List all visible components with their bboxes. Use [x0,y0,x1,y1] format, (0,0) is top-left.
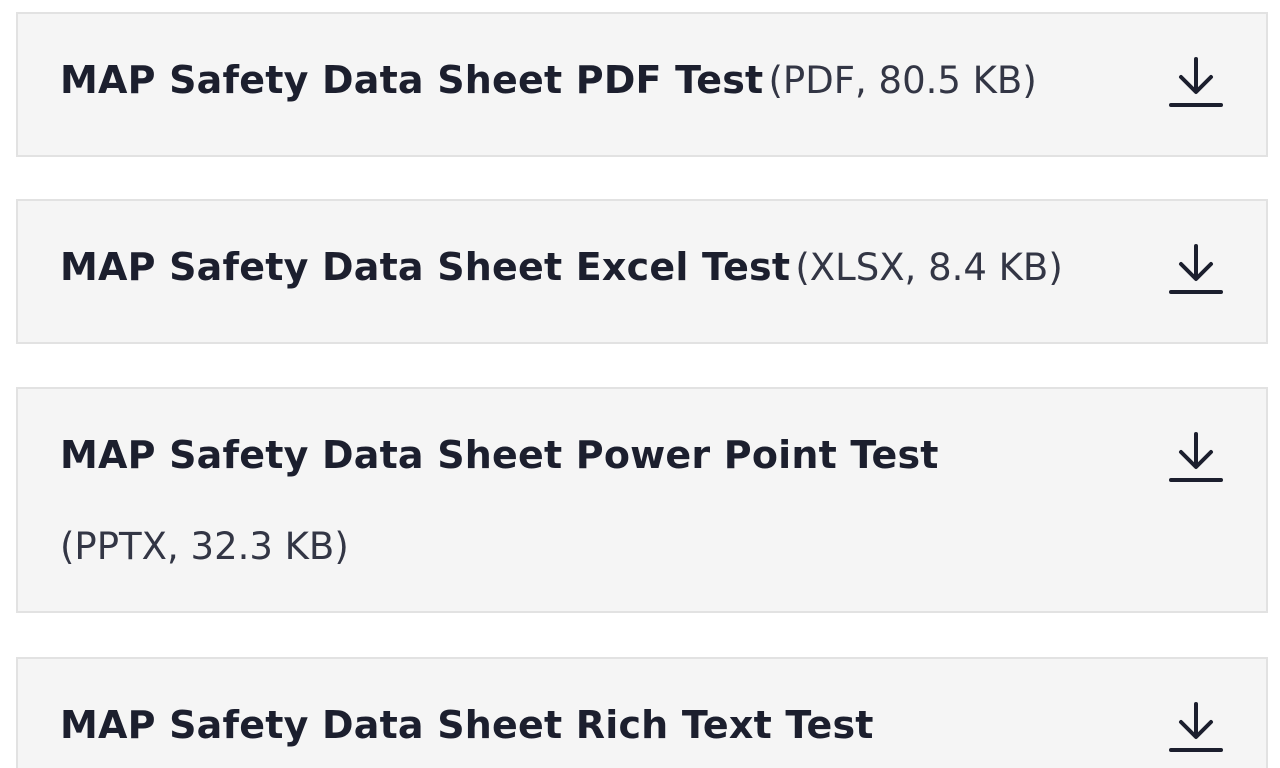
document-item-text: MAP Safety Data Sheet Rich Text Test [60,683,1100,768]
download-icon[interactable] [1166,239,1226,301]
document-title[interactable]: MAP Safety Data Sheet Rich Text Test [60,703,874,747]
document-file-meta: (PPTX, 32.3 KB) [60,525,349,568]
document-item-excel[interactable]: MAP Safety Data Sheet Excel Test (XLSX, … [16,199,1268,344]
document-download-list: MAP Safety Data Sheet PDF Test (PDF, 80.… [0,0,1280,768]
document-item-powerpoint[interactable]: MAP Safety Data Sheet Power Point Test (… [16,387,1268,613]
download-icon[interactable] [1166,427,1226,489]
document-item-pdf[interactable]: MAP Safety Data Sheet PDF Test (PDF, 80.… [16,12,1268,157]
document-item-text: MAP Safety Data Sheet PDF Test (PDF, 80.… [60,38,1100,130]
document-item-text: MAP Safety Data Sheet Excel Test (XLSX, … [60,225,1100,317]
download-icon[interactable] [1166,697,1226,759]
document-title[interactable]: MAP Safety Data Sheet Excel Test [60,245,790,289]
document-title[interactable]: MAP Safety Data Sheet Power Point Test [60,433,939,477]
download-icon[interactable] [1166,52,1226,114]
document-item-rich-text[interactable]: MAP Safety Data Sheet Rich Text Test [16,657,1268,768]
document-title[interactable]: MAP Safety Data Sheet PDF Test [60,58,763,102]
document-item-text: MAP Safety Data Sheet Power Point Test (… [60,413,1100,596]
document-file-meta: (XLSX, 8.4 KB) [795,246,1063,289]
document-file-meta: (PDF, 80.5 KB) [768,59,1037,102]
